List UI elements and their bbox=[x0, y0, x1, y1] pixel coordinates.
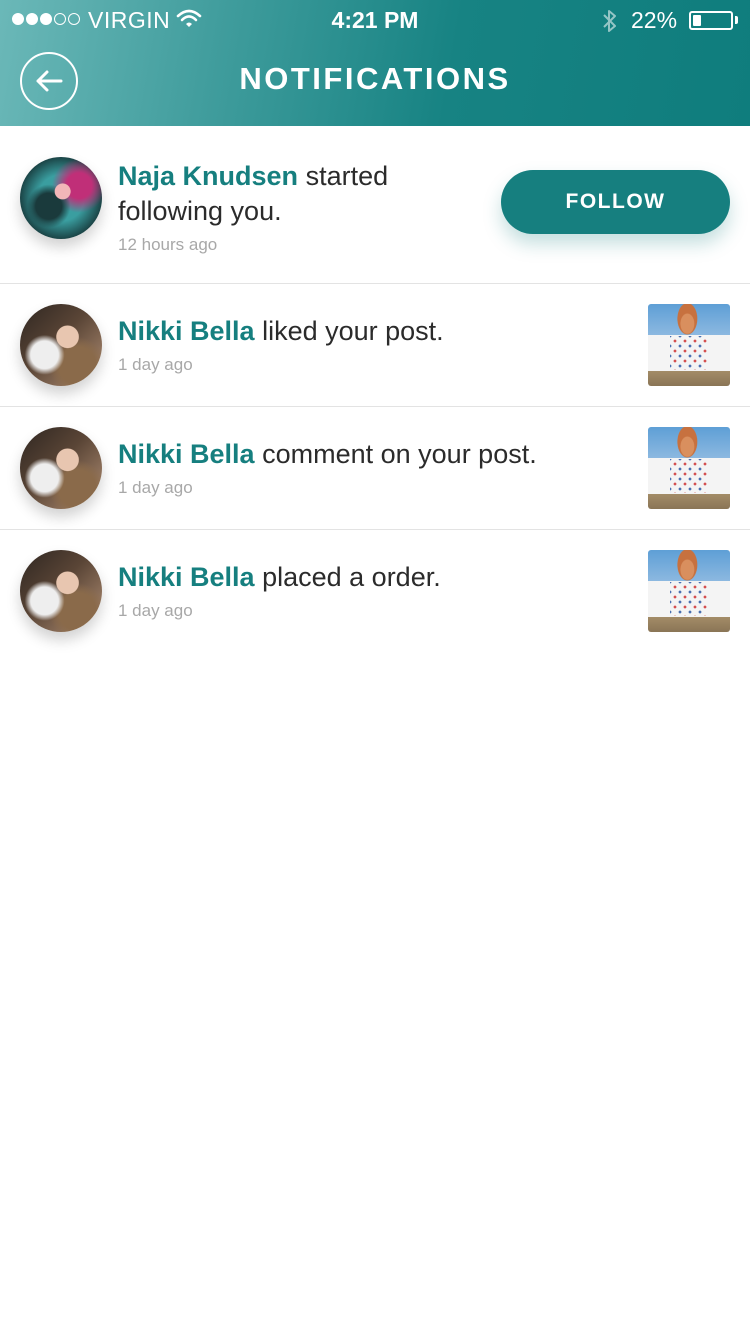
avatar[interactable] bbox=[20, 304, 102, 386]
user-name-link[interactable]: Nikki Bella bbox=[118, 316, 255, 346]
notification-time: 1 day ago bbox=[118, 478, 193, 497]
notification-action: comment on your post. bbox=[262, 439, 537, 469]
notification-text: Nikki Bella comment on your post. 1 day … bbox=[118, 437, 638, 498]
user-name-link[interactable]: Nikki Bella bbox=[118, 562, 255, 592]
avatar[interactable] bbox=[20, 550, 102, 632]
notification-time: 12 hours ago bbox=[118, 235, 218, 254]
notification-time: 1 day ago bbox=[118, 601, 193, 620]
notification-message: Nikki Bella liked your post. bbox=[118, 314, 638, 349]
post-thumbnail[interactable] bbox=[648, 304, 730, 386]
notification-action: liked your post. bbox=[262, 316, 444, 346]
notification-list: Naja Knudsen started following you. 12 h… bbox=[0, 126, 750, 653]
notification-row[interactable]: Nikki Bella comment on your post. 1 day … bbox=[0, 407, 750, 530]
avatar[interactable] bbox=[20, 157, 102, 239]
page-title: NOTIFICATIONS bbox=[239, 61, 511, 96]
app-header: VIRGIN 4:21 PM 22% NOTIFICATIONS bbox=[0, 0, 750, 126]
notification-text: Nikki Bella placed a order. 1 day ago bbox=[118, 560, 638, 621]
avatar[interactable] bbox=[20, 427, 102, 509]
battery-icon bbox=[689, 11, 733, 30]
battery-tip bbox=[735, 16, 738, 24]
notification-row[interactable]: Nikki Bella placed a order. 1 day ago bbox=[0, 530, 750, 653]
post-thumbnail[interactable] bbox=[648, 427, 730, 509]
notification-text: Nikki Bella liked your post. 1 day ago bbox=[118, 314, 638, 375]
notification-message: Nikki Bella comment on your post. bbox=[118, 437, 638, 472]
user-name-link[interactable]: Naja Knudsen bbox=[118, 161, 298, 191]
bluetooth-icon bbox=[600, 8, 620, 39]
notification-text: Naja Knudsen started following you. 12 h… bbox=[118, 159, 478, 255]
notification-action: placed a order. bbox=[262, 562, 441, 592]
notification-row[interactable]: Nikki Bella liked your post. 1 day ago bbox=[0, 284, 750, 407]
battery-percent: 22% bbox=[631, 7, 678, 33]
notification-row[interactable]: Naja Knudsen started following you. 12 h… bbox=[0, 126, 750, 284]
notification-message: Naja Knudsen started following you. bbox=[118, 159, 478, 229]
status-bar: VIRGIN 4:21 PM 22% bbox=[0, 0, 750, 40]
notification-time: 1 day ago bbox=[118, 355, 193, 374]
follow-button[interactable]: FOLLOW bbox=[501, 170, 730, 234]
notification-message: Nikki Bella placed a order. bbox=[118, 560, 638, 595]
post-thumbnail[interactable] bbox=[648, 550, 730, 632]
user-name-link[interactable]: Nikki Bella bbox=[118, 439, 255, 469]
